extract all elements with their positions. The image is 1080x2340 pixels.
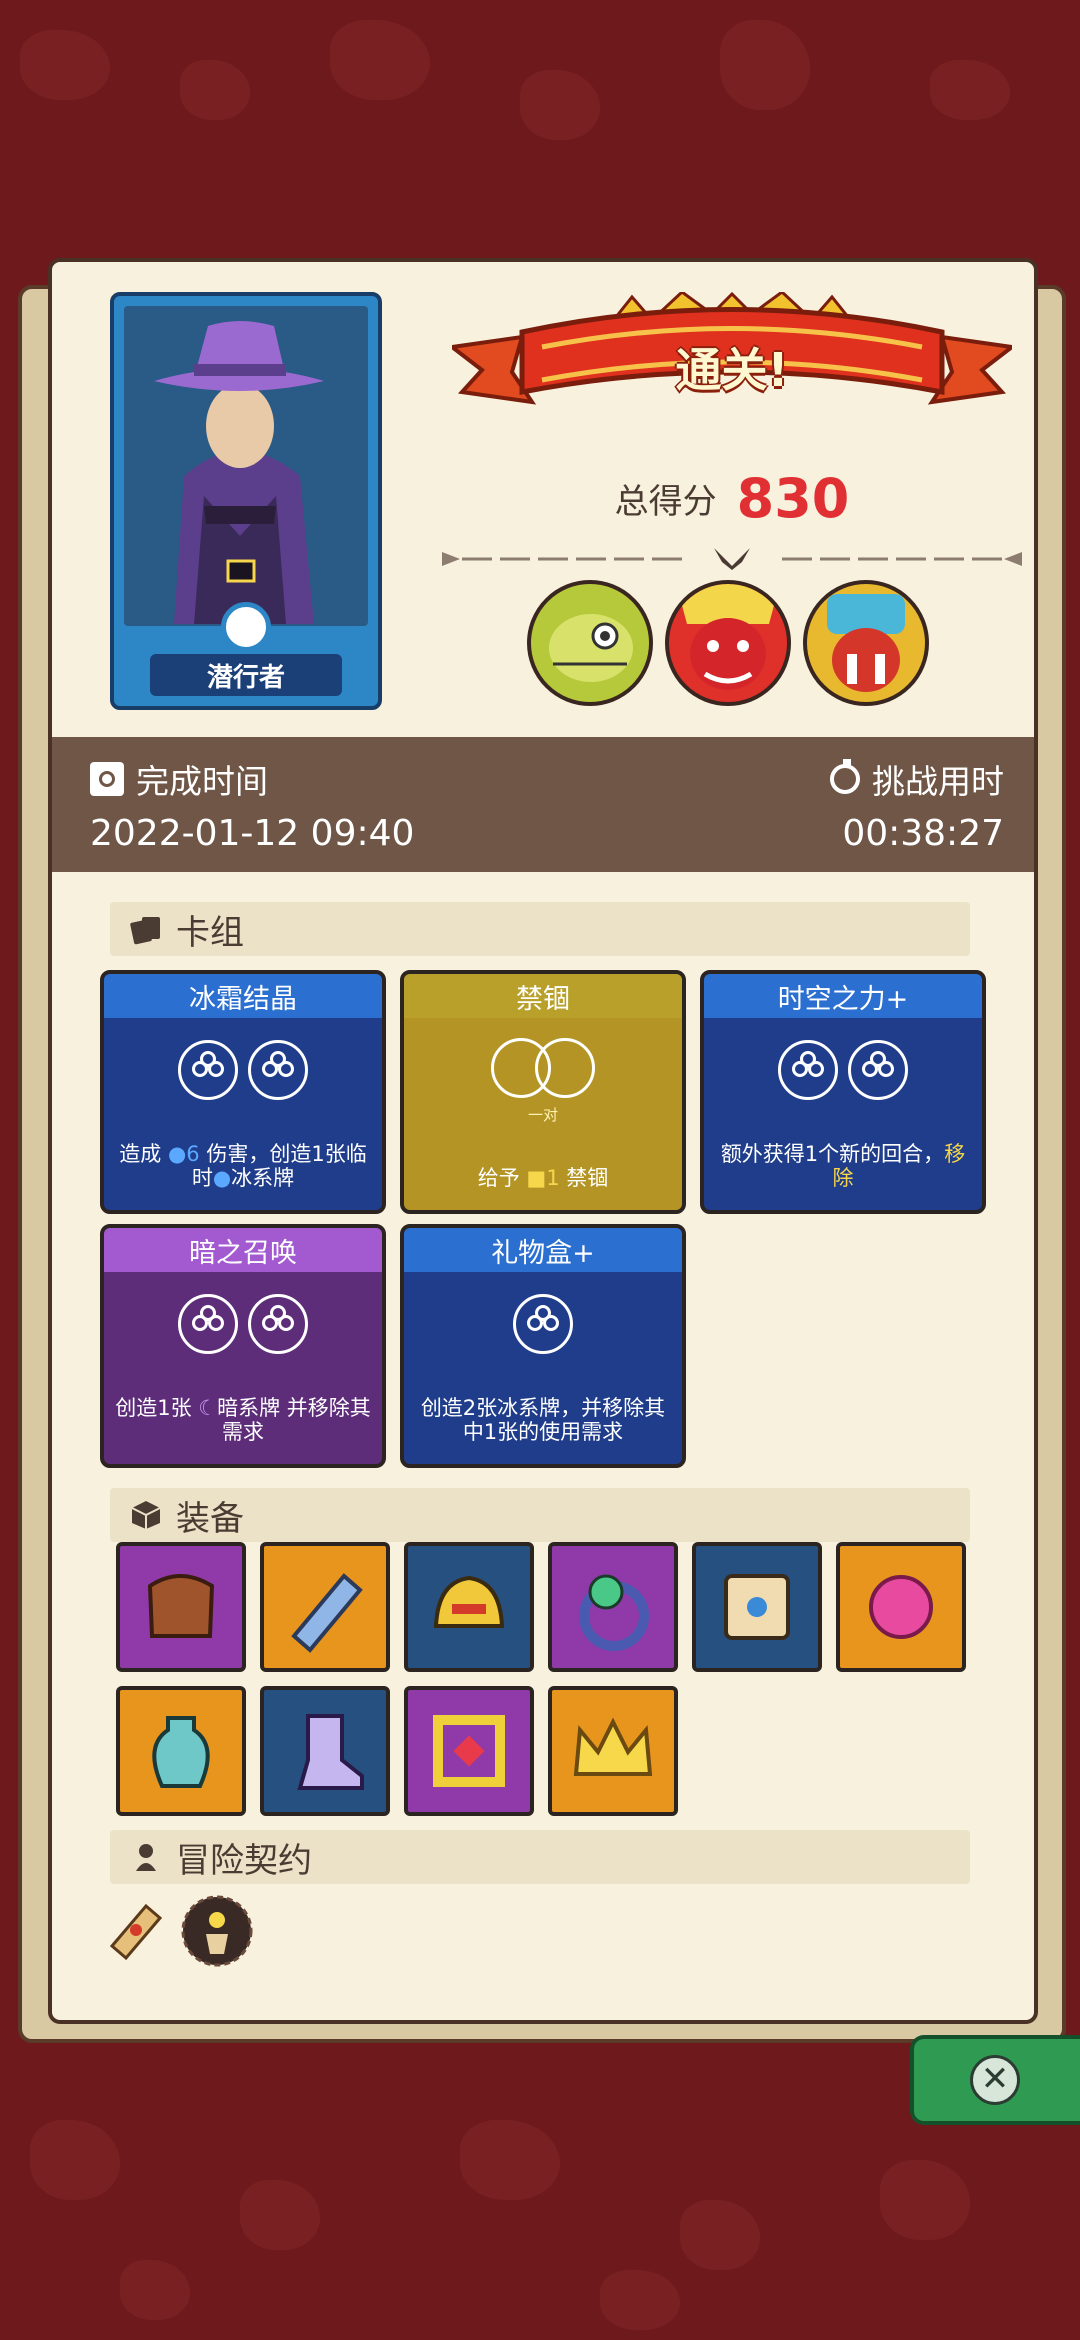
dark-cost-icon — [248, 1294, 308, 1354]
flower-vase-icon — [181, 1895, 253, 1967]
hero-name: 潜行者 — [150, 654, 342, 696]
close-button[interactable]: ✕ — [910, 2035, 1080, 2125]
duration-label: 挑战用时 — [872, 762, 1004, 801]
fire-orb-icon — [869, 1575, 933, 1639]
victory-title: 通关! — [675, 343, 789, 397]
golden-helmet-item[interactable] — [404, 1542, 534, 1672]
gem-ring-item[interactable] — [548, 1542, 678, 1672]
defeated-bosses — [527, 580, 947, 710]
cards-icon — [130, 917, 160, 945]
ice-cost-icon — [513, 1294, 573, 1354]
scroll-item[interactable] — [692, 1542, 822, 1672]
contract-scroll-item[interactable] — [98, 1896, 168, 1966]
card-time-power[interactable]: 时空之力+ 额外获得1个新的回合，移除 — [700, 970, 986, 1214]
hero-class-badge — [221, 602, 271, 652]
finish-time-label-group: 完成时间 — [90, 755, 268, 803]
card-title: 时空之力+ — [704, 974, 982, 1018]
card-title: 禁锢 — [404, 974, 682, 1018]
contract-section-title: 冒险契约 — [176, 1840, 312, 1881]
hero-portrait — [124, 306, 368, 626]
card-description: 额外获得1个新的回合，移除 — [720, 1142, 966, 1190]
stopwatch-icon — [830, 759, 860, 794]
card-dark-summon[interactable]: 暗之召唤 创造1张 ☾暗系牌 并移除其需求 — [100, 1224, 386, 1468]
finish-time-value: 2022-01-12 09:40 — [90, 813, 415, 854]
ice-bottle-icon — [291, 1573, 363, 1653]
time-bar: 完成时间 2022-01-12 09:40 挑战用时 00:38:27 — [52, 737, 1034, 872]
victory-banner: 通关! — [447, 290, 1017, 432]
pair-label: 一对 — [527, 1106, 558, 1124]
score-value: 830 — [736, 467, 850, 530]
card-description: 给予 ■1 禁锢 — [477, 1166, 609, 1190]
card-description: 造成 ●6 伤害，创造1张临时●冰系牌 — [119, 1142, 367, 1190]
card-gift-box[interactable]: 礼物盒+ 创造2张冰系牌，并移除其中1张的使用需求 — [400, 1224, 686, 1468]
ice-cost-icon — [248, 1040, 308, 1100]
equipment-section-title: 装备 — [176, 1498, 244, 1539]
ice-cost-icon — [178, 1040, 238, 1100]
pair-rings-icon — [491, 1038, 595, 1100]
deck-section-title: 卡组 — [176, 912, 244, 953]
crown-item[interactable] — [548, 1686, 678, 1816]
card-title: 礼物盒+ — [404, 1228, 682, 1272]
contract-vase-item[interactable] — [180, 1894, 253, 1967]
card-title: 冰霜结晶 — [104, 974, 382, 1018]
boot-item[interactable] — [260, 1686, 390, 1816]
card-title: 暗之召唤 — [104, 1228, 382, 1272]
vase-item[interactable] — [116, 1686, 246, 1816]
equipment-section-header: 装备 — [110, 1488, 970, 1542]
card-description: 创造1张 ☾暗系牌 并移除其需求 — [115, 1396, 371, 1444]
card-description: 创造2张冰系牌，并移除其中1张的使用需求 — [420, 1396, 666, 1444]
scroll-icon — [109, 1903, 163, 1961]
crown-icon — [573, 1717, 653, 1776]
ice-cost-icon — [848, 1040, 908, 1100]
close-icon: ✕ — [970, 2055, 1020, 2105]
masked-boss-portrait[interactable] — [803, 580, 929, 706]
cube-icon — [131, 1501, 161, 1529]
card-imprison[interactable]: 禁锢 一对 给予 ■1 禁锢 — [400, 970, 686, 1214]
dark-cost-icon — [178, 1294, 238, 1354]
ornamental-divider — [442, 548, 1022, 570]
card-frost-crystal[interactable]: 冰霜结晶 造成 ●6 伤害，创造1张临时●冰系牌 — [100, 970, 386, 1214]
duration-value: 00:38:27 — [842, 813, 1004, 854]
gem-frame-icon — [433, 1715, 505, 1787]
leather-armor-item[interactable] — [116, 1542, 246, 1672]
finish-time-label: 完成时间 — [136, 762, 268, 801]
scroll-icon — [724, 1574, 790, 1640]
score-label: 总得分 — [614, 482, 717, 522]
gem-frame-item[interactable] — [404, 1686, 534, 1816]
result-panel: 潜行者 通关! 总得分 830 完成时间 2022-01-12 09:40 挑战… — [48, 258, 1038, 2024]
gem-ring-icon — [579, 1574, 649, 1651]
golden-helmet-icon — [433, 1575, 505, 1628]
hero-card[interactable]: 潜行者 — [110, 292, 382, 710]
boot-icon — [297, 1714, 364, 1790]
dinosaur-boss-portrait[interactable] — [527, 580, 653, 706]
leather-armor-icon — [147, 1574, 215, 1638]
score-row: 总得分 830 — [452, 467, 1012, 530]
fire-orb-item[interactable] — [836, 1542, 966, 1672]
ice-cost-icon — [778, 1040, 838, 1100]
contract-icon — [136, 1844, 156, 1871]
vase-icon — [152, 1716, 210, 1788]
ice-bottle-item[interactable] — [260, 1542, 390, 1672]
deck-section-header: 卡组 — [110, 902, 970, 956]
film-icon — [90, 762, 124, 796]
duration-label-group: 挑战用时 — [830, 755, 1004, 803]
red-demon-boss-portrait[interactable] — [665, 580, 791, 706]
contract-section-header: 冒险契约 — [110, 1830, 970, 1884]
